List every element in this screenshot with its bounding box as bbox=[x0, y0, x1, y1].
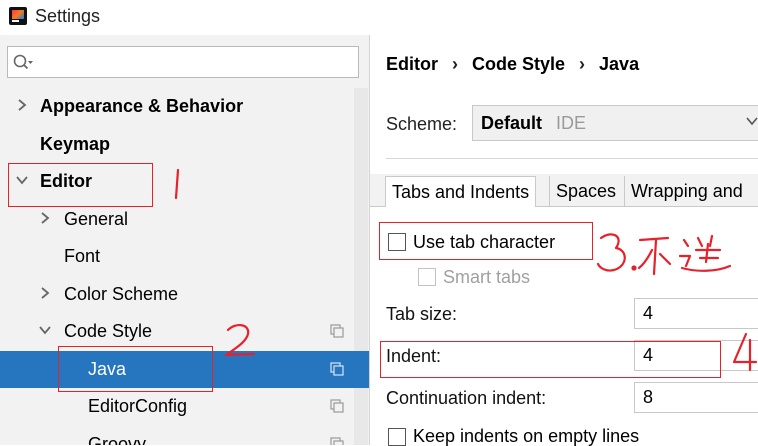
annotation-note-1 bbox=[174, 168, 180, 200]
annotation-note-3-not-selected bbox=[596, 233, 732, 276]
annotation-note-2 bbox=[224, 324, 256, 357]
annotation-note-4 bbox=[732, 332, 758, 372]
handwritten-annotations bbox=[174, 168, 758, 372]
